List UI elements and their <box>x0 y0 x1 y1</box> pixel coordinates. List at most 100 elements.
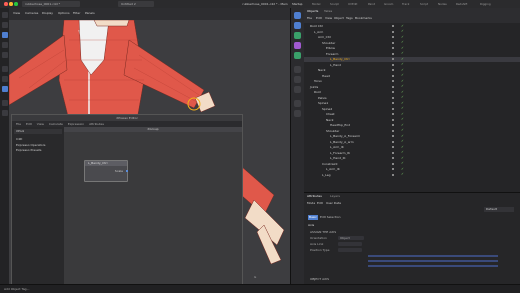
enabled-check-icon[interactable]: ✓ <box>401 90 404 95</box>
axis-link-field[interactable] <box>338 242 362 246</box>
visibility-dot-icon[interactable] <box>392 124 395 127</box>
viewport-menu-item[interactable]: Cameras <box>25 11 38 15</box>
xpool-item[interactable]: Expresso Presets <box>16 148 41 152</box>
xpresso-menu-item[interactable]: File <box>16 122 21 126</box>
enabled-check-icon[interactable]: ✓ <box>401 52 404 56</box>
xpresso-menu-item[interactable]: View <box>37 122 44 126</box>
visibility-dot-icon[interactable] <box>392 85 395 88</box>
tab-takes[interactable]: Takes <box>324 9 332 13</box>
attributes-dropdown[interactable]: Default <box>484 207 514 212</box>
points-mode-icon[interactable] <box>1 66 8 72</box>
viewport-menu-item[interactable]: Panels <box>85 11 95 15</box>
visibility-dot-icon[interactable] <box>392 113 395 116</box>
xpresso-menu-item[interactable]: Calculate <box>49 122 63 126</box>
xpool-item[interactable]: C4D <box>16 137 22 141</box>
visibility-dot-icon[interactable] <box>392 118 395 121</box>
basic-tab[interactable]: Basic <box>308 215 318 220</box>
sphere-icon[interactable] <box>294 100 301 107</box>
document-tab-2[interactable]: Untitled 2 <box>118 1 154 7</box>
enabled-check-icon[interactable]: ✓ <box>401 112 404 117</box>
enabled-check-icon[interactable]: ✓ <box>401 151 404 155</box>
visibility-dot-icon[interactable] <box>392 135 395 138</box>
visibility-dot-icon[interactable] <box>392 80 395 83</box>
undo-icon[interactable] <box>1 12 8 18</box>
visibility-dot-icon[interactable] <box>392 91 395 94</box>
visibility-dot-icon[interactable] <box>392 36 395 39</box>
mode-tab[interactable]: Sculpt <box>330 1 339 7</box>
objects-menu-item[interactable]: File <box>307 16 312 20</box>
enabled-check-icon[interactable]: ✓ <box>401 123 404 128</box>
enabled-check-icon[interactable]: ✓ <box>401 156 404 161</box>
mode-tab[interactable]: Nodes <box>438 1 447 7</box>
visibility-dot-icon[interactable] <box>392 107 395 110</box>
xpresso-menu-item[interactable]: Edit <box>26 122 32 126</box>
floor-icon[interactable] <box>294 66 301 73</box>
slider[interactable] <box>368 255 498 257</box>
move-tool-icon[interactable] <box>1 22 8 28</box>
visibility-dot-icon[interactable] <box>392 69 395 72</box>
visibility-dot-icon[interactable] <box>392 157 395 160</box>
enabled-check-icon[interactable]: ✓ <box>401 30 404 34</box>
zoom-window-icon[interactable] <box>14 2 18 6</box>
mode-tab[interactable]: Track <box>402 1 409 7</box>
enabled-check-icon[interactable]: ✓ <box>401 129 404 133</box>
slider[interactable] <box>368 260 498 262</box>
visibility-dot-icon[interactable] <box>392 151 395 154</box>
visibility-dot-icon[interactable] <box>392 58 395 61</box>
enabled-check-icon[interactable]: ✓ <box>401 35 404 40</box>
cube-icon[interactable] <box>294 12 301 19</box>
enabled-check-icon[interactable]: ✓ <box>401 63 404 67</box>
enabled-check-icon[interactable]: ✓ <box>401 79 404 84</box>
viewport-menu-item[interactable]: Filter <box>73 11 80 15</box>
enabled-check-icon[interactable]: ✓ <box>401 173 404 177</box>
enabled-check-icon[interactable]: ✓ <box>401 96 404 100</box>
mode-tab[interactable]: Paint <box>368 1 375 7</box>
objects-menu-item[interactable]: View <box>325 16 332 20</box>
light-icon[interactable] <box>294 86 301 93</box>
xpresso-node[interactable]: L_Bendy_Ctrl Scale <box>84 160 128 182</box>
object-row[interactable]: L_Forearm_IK ✓ <box>304 151 520 156</box>
objects-menu-item[interactable]: Edit <box>316 16 322 20</box>
xpresso-canvas[interactable]: XGroup L_Bendy_Ctrl Scale <box>64 127 242 287</box>
tab-objects[interactable]: Objects <box>307 9 318 13</box>
object-row[interactable]: Arm_Ctrl ✓ <box>304 35 520 40</box>
object-row[interactable]: Spine2 ✓ <box>304 107 520 112</box>
enabled-check-icon[interactable]: ✓ <box>401 85 404 89</box>
mode-tab[interactable]: Model <box>312 1 320 7</box>
object-row[interactable]: Spine1 ✓ <box>304 101 520 106</box>
object-row[interactable]: Shoulder ✓ <box>304 129 520 134</box>
gear-icon[interactable] <box>294 110 301 117</box>
position-type-field[interactable] <box>338 248 362 252</box>
object-row[interactable]: HeadTop_End ✓ <box>304 123 520 128</box>
visibility-dot-icon[interactable] <box>392 168 395 171</box>
enabled-check-icon[interactable]: ✓ <box>401 118 404 122</box>
object-row[interactable]: Shoulder ✓ <box>304 41 520 46</box>
section-header[interactable]: ASSIGN THE AXIS <box>310 230 336 234</box>
enabled-check-icon[interactable]: ✓ <box>401 68 404 73</box>
enabled-check-icon[interactable]: ✓ <box>401 162 404 166</box>
object-row[interactable]: Constraint ✓ <box>304 162 520 167</box>
scale-tool-icon[interactable] <box>1 32 8 38</box>
viewport-menu-item[interactable]: Options <box>58 11 70 15</box>
object-row[interactable]: Joints ✓ <box>304 85 520 90</box>
mode-tab[interactable]: Rigging <box>480 1 491 7</box>
enabled-check-icon[interactable]: ✓ <box>401 140 404 144</box>
subdivision-icon[interactable] <box>294 32 301 39</box>
mode-tab[interactable]: Redshift <box>456 1 467 7</box>
enabled-check-icon[interactable]: ✓ <box>401 57 404 62</box>
visibility-dot-icon[interactable] <box>392 102 395 105</box>
node-output-port[interactable]: Scale <box>115 169 123 173</box>
object-row[interactable]: Neck ✓ <box>304 68 520 73</box>
polygons-mode-icon[interactable] <box>1 86 8 92</box>
enabled-check-icon[interactable]: ✓ <box>401 41 404 45</box>
visibility-dot-icon[interactable] <box>392 47 395 50</box>
attributes-menu-item[interactable]: Edit <box>317 201 323 205</box>
cloner-icon[interactable] <box>294 42 301 49</box>
deformer-icon[interactable] <box>294 52 301 59</box>
enabled-check-icon[interactable]: ✓ <box>401 107 404 111</box>
xpool-item[interactable]: Expresso Operators <box>16 143 46 147</box>
enabled-check-icon[interactable]: ✓ <box>401 101 404 106</box>
attributes-menu-item[interactable]: User Data <box>326 201 341 205</box>
objects-menu-item[interactable]: Tags <box>346 16 353 20</box>
edit-selection-tab[interactable]: Edit Selection <box>320 215 341 220</box>
